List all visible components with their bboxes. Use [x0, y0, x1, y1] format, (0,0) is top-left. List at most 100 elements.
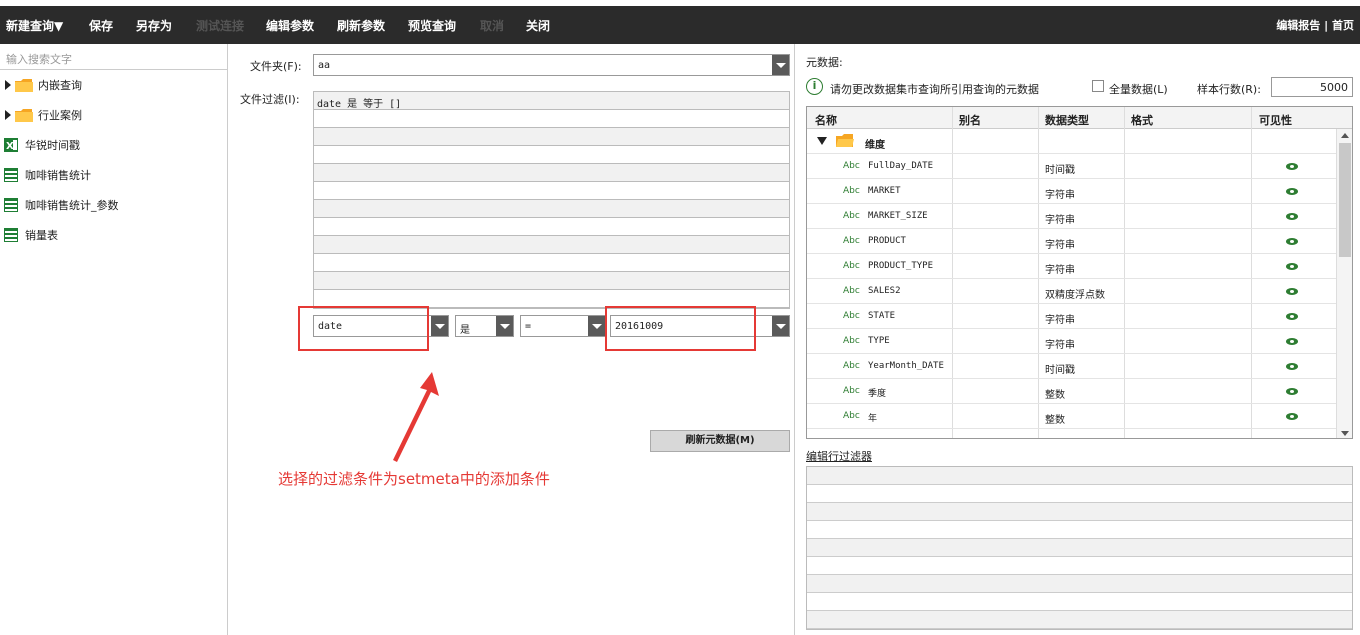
cancel-button[interactable]: 取消	[480, 17, 504, 34]
table-row[interactable]: Abc PRODUCT 字符串	[807, 229, 1336, 254]
top-bar: 新建查询▼ 保存 另存为 测试连接 编辑参数 刷新参数 预览查询 取消 关闭 编…	[0, 0, 1360, 44]
dropdown-arrow-icon[interactable]	[772, 316, 789, 336]
dropdown-arrow-icon[interactable]	[772, 55, 789, 75]
table-row[interactable]: Abc MARKET_SIZE 字符串	[807, 204, 1336, 229]
info-icon: i	[806, 78, 823, 95]
full-data-checkbox[interactable]	[1092, 80, 1104, 92]
visible-eye-icon[interactable]	[1286, 188, 1298, 195]
sample-rows-input[interactable]: 5000	[1271, 77, 1353, 97]
condition-operator-select[interactable]: =	[520, 315, 606, 337]
column-header[interactable]: 数据类型	[1045, 112, 1089, 128]
scroll-thumb[interactable]	[1339, 143, 1351, 257]
file-filter-list[interactable]: date 是 等于 []	[313, 91, 790, 309]
filter-row[interactable]	[314, 272, 789, 290]
folder-select[interactable]: aa	[313, 54, 790, 76]
scroll-down-icon[interactable]	[1341, 431, 1349, 436]
scroll-up-icon[interactable]	[1341, 133, 1349, 138]
column-header[interactable]: 格式	[1131, 112, 1153, 128]
list-item[interactable]	[807, 521, 1352, 539]
dropdown-arrow-icon[interactable]	[496, 316, 513, 336]
grid-scrollbar[interactable]	[1336, 129, 1352, 438]
sidebar-item-timestamp[interactable]: X 华锐时间戳	[4, 135, 80, 155]
filter-row[interactable]: date 是 等于 []	[314, 92, 789, 110]
edit-params-button[interactable]: 编辑参数	[266, 17, 314, 34]
field-type: 整数	[1045, 415, 1065, 426]
table-row[interactable]: Abc FullDay_DATE 时间戳	[807, 154, 1336, 179]
filter-row[interactable]	[314, 182, 789, 200]
filter-row[interactable]	[314, 110, 789, 128]
list-item[interactable]	[807, 539, 1352, 557]
preview-query-button[interactable]: 预览查询	[408, 17, 456, 34]
filter-row[interactable]	[314, 128, 789, 146]
table-row[interactable]: Abc YearMonth_DATE 时间戳	[807, 354, 1336, 379]
table-row[interactable]: Abc PRODUCT_TYPE 字符串	[807, 254, 1336, 279]
sidebar-item-embedded-query[interactable]: 内嵌查询	[4, 75, 82, 95]
expand-arrow-icon[interactable]	[4, 80, 12, 90]
save-as-button[interactable]: 另存为	[136, 17, 172, 34]
close-button[interactable]: 关闭	[526, 17, 550, 34]
edit-row-filter-link[interactable]: 编辑行过滤器	[806, 448, 872, 464]
visible-eye-icon[interactable]	[1286, 388, 1298, 395]
expand-arrow-icon[interactable]	[4, 110, 12, 120]
list-item[interactable]	[807, 611, 1352, 629]
field-name: PRODUCT	[868, 236, 906, 246]
column-header[interactable]: 可见性	[1259, 112, 1292, 128]
sidebar-item-sales-volume[interactable]: 销量表	[4, 225, 58, 245]
folder-icon	[15, 78, 33, 92]
table-row[interactable]: Abc MARKET 字符串	[807, 179, 1336, 204]
sidebar-item-coffee-sales-params[interactable]: 咖啡销售统计_参数	[4, 195, 119, 215]
list-item[interactable]	[807, 557, 1352, 575]
visible-eye-icon[interactable]	[1286, 288, 1298, 295]
table-row[interactable]: Abc SALES2 双精度浮点数	[807, 279, 1336, 304]
report-home-links[interactable]: 编辑报告 | 首页	[1276, 17, 1354, 33]
table-row[interactable]: Abc TYPE 字符串	[807, 329, 1336, 354]
sidebar-item-industry-cases[interactable]: 行业案例	[4, 105, 82, 125]
save-button[interactable]: 保存	[89, 17, 113, 34]
list-item[interactable]	[807, 467, 1352, 485]
filter-row[interactable]	[314, 164, 789, 182]
filter-row[interactable]	[314, 254, 789, 272]
visible-eye-icon[interactable]	[1286, 163, 1298, 170]
visible-eye-icon[interactable]	[1286, 338, 1298, 345]
refresh-params-button[interactable]: 刷新参数	[337, 17, 385, 34]
collapse-arrow-icon[interactable]	[817, 137, 827, 145]
metadata-grid: 名称 别名 数据类型 格式 可见性 维度 Abc FullDay_DATE 时间戳 …	[806, 106, 1353, 439]
visible-eye-icon[interactable]	[1286, 413, 1298, 420]
table-row[interactable]: Abc 年 整数	[807, 404, 1336, 429]
condition-is-select[interactable]: 是	[455, 315, 514, 337]
folder-icon	[15, 108, 33, 122]
filter-row[interactable]	[314, 218, 789, 236]
filter-row[interactable]	[314, 146, 789, 164]
sidebar-item-coffee-sales[interactable]: 咖啡销售统计	[4, 165, 91, 185]
search-input[interactable]: 输入搜索文字	[0, 48, 227, 70]
list-item[interactable]	[807, 593, 1352, 611]
row-filter-list[interactable]	[806, 466, 1353, 630]
table-row[interactable]: Abc STATE 字符串	[807, 304, 1336, 329]
new-query-menu[interactable]: 新建查询▼	[6, 17, 63, 34]
refresh-metadata-button[interactable]: 刷新元数据(M)	[650, 430, 790, 452]
dropdown-arrow-icon[interactable]	[431, 316, 448, 336]
visible-eye-icon[interactable]	[1286, 238, 1298, 245]
field-type: 双精度浮点数	[1045, 290, 1105, 301]
visible-eye-icon[interactable]	[1286, 213, 1298, 220]
list-item[interactable]	[807, 575, 1352, 593]
string-type-icon: Abc	[843, 311, 860, 321]
filter-row[interactable]	[314, 200, 789, 218]
visible-eye-icon[interactable]	[1286, 263, 1298, 270]
visible-eye-icon[interactable]	[1286, 313, 1298, 320]
filter-row[interactable]	[314, 236, 789, 254]
table-row[interactable]: Abc 季度 整数	[807, 379, 1336, 404]
grid-header: 名称 别名 数据类型 格式 可见性	[807, 107, 1352, 129]
list-item[interactable]	[807, 503, 1352, 521]
dropdown-arrow-icon[interactable]	[588, 316, 605, 336]
sidebar-item-label: 行业案例	[38, 109, 82, 122]
group-row[interactable]: 维度	[807, 129, 1336, 154]
column-header[interactable]: 名称	[815, 112, 837, 128]
column-header[interactable]: 别名	[959, 112, 981, 128]
metadata-title: 元数据:	[806, 56, 843, 69]
sidebar-item-label: 内嵌查询	[38, 79, 82, 92]
test-connect-button[interactable]: 测试连接	[196, 17, 244, 34]
visible-eye-icon[interactable]	[1286, 363, 1298, 370]
string-type-icon: Abc	[843, 286, 860, 296]
list-item[interactable]	[807, 485, 1352, 503]
